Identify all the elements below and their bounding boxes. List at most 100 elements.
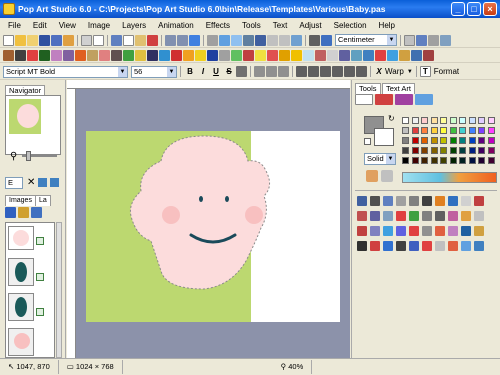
effect-26-icon[interactable] xyxy=(303,49,314,61)
palette-swatch[interactable] xyxy=(430,127,438,134)
tool-icon[interactable] xyxy=(448,211,458,221)
palette-swatch[interactable] xyxy=(459,127,466,134)
font-select[interactable]: Script MT Bold ▼ xyxy=(3,65,128,78)
palette-swatch[interactable] xyxy=(402,117,409,124)
palette-swatch[interactable] xyxy=(459,117,466,124)
warp-button[interactable]: Warp xyxy=(385,67,404,76)
eyedropper-icon[interactable] xyxy=(381,170,393,182)
palette-swatch[interactable] xyxy=(487,147,495,154)
palette-swatch[interactable] xyxy=(449,127,457,134)
align-center-icon[interactable] xyxy=(266,66,277,77)
effect-30-icon[interactable] xyxy=(351,49,362,61)
warp-icon[interactable]: X xyxy=(374,67,384,76)
delete-icon[interactable] xyxy=(147,34,158,46)
print-preview-icon[interactable] xyxy=(93,34,104,46)
menu-tools[interactable]: Tools xyxy=(236,18,267,33)
effect-33-icon[interactable] xyxy=(387,49,398,61)
palette-swatch[interactable] xyxy=(478,157,485,164)
effect-12-icon[interactable] xyxy=(135,49,146,61)
open-folder-icon[interactable] xyxy=(15,34,26,46)
effect-29-icon[interactable] xyxy=(339,49,350,61)
fill-style-select[interactable]: Solid ▼ xyxy=(364,153,396,165)
tool-icon[interactable] xyxy=(357,196,367,206)
zoom-slider[interactable] xyxy=(22,151,57,161)
pattern-mode-icon[interactable] xyxy=(395,94,413,105)
menu-animation[interactable]: Animation xyxy=(152,18,200,33)
effect-22-icon[interactable] xyxy=(255,49,266,61)
menu-view[interactable]: View xyxy=(53,18,82,33)
effect-31-icon[interactable] xyxy=(363,49,374,61)
effect-9-icon[interactable] xyxy=(99,49,110,61)
palette-swatch[interactable] xyxy=(421,137,428,144)
select-icon[interactable] xyxy=(207,34,218,46)
layer-thumb-cheek[interactable] xyxy=(8,328,34,356)
palette-swatch[interactable] xyxy=(478,137,485,144)
layer-props-icon[interactable] xyxy=(31,207,42,218)
menu-text[interactable]: Text xyxy=(267,18,294,33)
effect-3-icon[interactable] xyxy=(27,49,38,61)
tool-icon[interactable] xyxy=(435,196,445,206)
layer-thumb-face[interactable] xyxy=(8,226,34,250)
effect-24-icon[interactable] xyxy=(279,49,290,61)
effect-15-icon[interactable] xyxy=(171,49,182,61)
ruler-icon[interactable] xyxy=(404,34,415,46)
zoom-icon[interactable]: ⚲ xyxy=(10,151,17,162)
unit-select[interactable]: Centimeter ▼ xyxy=(335,34,397,46)
new-layer-icon[interactable] xyxy=(5,207,16,218)
text-box-icon[interactable] xyxy=(296,66,307,77)
tool-icon[interactable] xyxy=(422,196,432,206)
palette-swatch[interactable] xyxy=(402,137,409,144)
palette-swatch[interactable] xyxy=(487,117,495,124)
tool-icon[interactable] xyxy=(435,211,445,221)
guides-icon[interactable] xyxy=(416,34,427,46)
tool-icon[interactable] xyxy=(448,226,458,236)
tool-icon[interactable] xyxy=(383,226,393,236)
palette-swatch[interactable] xyxy=(411,157,419,164)
color-mode-icon[interactable] xyxy=(355,94,373,105)
palette-swatch[interactable] xyxy=(440,137,447,144)
align-right-icon[interactable] xyxy=(278,66,289,77)
palette-swatch[interactable] xyxy=(468,137,476,144)
effect-4-icon[interactable] xyxy=(39,49,50,61)
menu-effects[interactable]: Effects xyxy=(200,18,236,33)
palette-swatch[interactable] xyxy=(459,157,466,164)
palette-swatch[interactable] xyxy=(411,147,419,154)
background-color-swatch[interactable] xyxy=(374,128,394,146)
color-picker-icon[interactable] xyxy=(366,170,378,182)
tool-icon[interactable] xyxy=(474,211,484,221)
tool-icon[interactable] xyxy=(396,196,406,206)
effect-18-icon[interactable] xyxy=(207,49,218,61)
menu-layers[interactable]: Layers xyxy=(116,18,152,33)
tool-icon[interactable] xyxy=(357,226,367,236)
palette-swatch[interactable] xyxy=(487,157,495,164)
effect-1-icon[interactable] xyxy=(3,49,14,61)
effect-10-icon[interactable] xyxy=(111,49,122,61)
tool-icon[interactable] xyxy=(383,196,393,206)
align-left-icon[interactable] xyxy=(254,66,265,77)
tool-icon[interactable] xyxy=(357,241,367,251)
tool-icon[interactable] xyxy=(370,226,380,236)
view-icon[interactable] xyxy=(440,34,451,46)
palette-swatch[interactable] xyxy=(411,127,419,134)
effect-6-icon[interactable] xyxy=(63,49,74,61)
texture-mode-icon[interactable] xyxy=(415,94,433,105)
effect-14-icon[interactable] xyxy=(159,49,170,61)
palette-swatch[interactable] xyxy=(440,157,447,164)
palette-swatch[interactable] xyxy=(487,127,495,134)
tool-icon[interactable] xyxy=(422,226,432,236)
text-fit-icon[interactable] xyxy=(344,66,355,77)
tool-icon[interactable] xyxy=(435,226,445,236)
palette-swatch[interactable] xyxy=(487,137,495,144)
effect-5-icon[interactable] xyxy=(51,49,62,61)
palette-swatch[interactable] xyxy=(468,157,476,164)
effect-27-icon[interactable] xyxy=(315,49,326,61)
layer-thumb-eye-1[interactable] xyxy=(8,258,34,286)
tool-icon[interactable] xyxy=(422,241,432,251)
tool-icon[interactable] xyxy=(448,241,458,251)
palette-swatch[interactable] xyxy=(440,117,447,124)
swap-colors-icon[interactable]: ↻ xyxy=(388,114,395,123)
effect-21-icon[interactable] xyxy=(243,49,254,61)
open-recent-icon[interactable] xyxy=(27,34,38,46)
tool-icon[interactable] xyxy=(474,196,484,206)
scan-icon[interactable] xyxy=(63,34,74,46)
